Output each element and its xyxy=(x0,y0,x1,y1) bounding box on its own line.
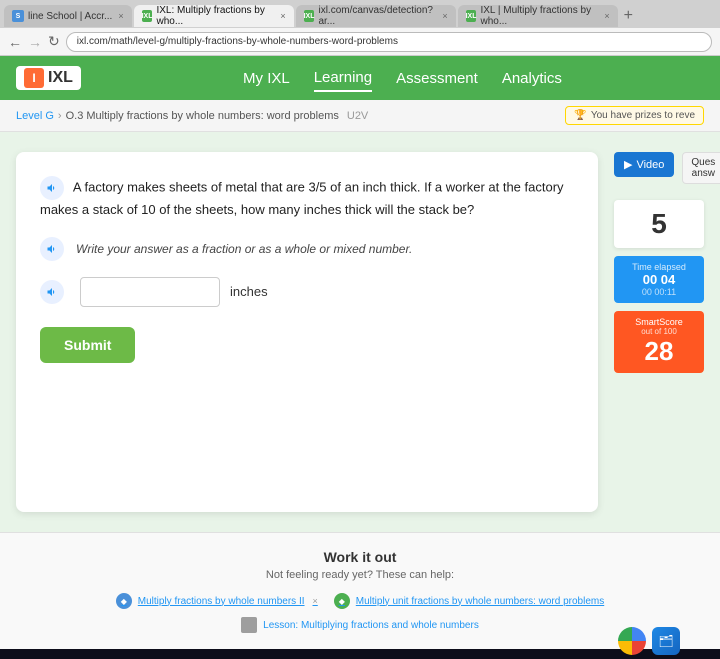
quest-label: Ques xyxy=(691,157,715,168)
nav-assessment[interactable]: Assessment xyxy=(396,66,478,91)
write-instruction: Write your answer as a fraction or as a … xyxy=(40,237,574,261)
help-icon-1: ◆ xyxy=(116,593,132,609)
timer-label: Time elapsed xyxy=(622,262,696,272)
browser-tab-1[interactable]: S line School | Accr... × xyxy=(4,5,132,27)
speaker-icon-2[interactable] xyxy=(40,237,64,261)
question-box: A factory makes sheets of metal that are… xyxy=(16,152,598,512)
submit-button[interactable]: Submit xyxy=(40,327,135,363)
help-icon-2: ◆ xyxy=(334,593,350,609)
prize-banner[interactable]: 🏆 You have prizes to reve xyxy=(565,106,704,125)
breadcrumb-sep: › xyxy=(58,110,62,122)
tab-bar: S line School | Accr... × IXL IXL: Multi… xyxy=(0,0,720,28)
lesson-text: Lesson: Multiplying fractions and whole … xyxy=(263,620,479,631)
smart-score-box: SmartScore out of 100 28 xyxy=(614,311,704,373)
tab-close-4[interactable]: × xyxy=(604,11,609,21)
breadcrumb: Level G › O.3 Multiply fractions by whol… xyxy=(0,100,720,132)
finder-icon[interactable]: 🗂 xyxy=(652,627,680,655)
tab-favicon-4: IXL xyxy=(466,10,477,22)
tab-close-3[interactable]: × xyxy=(442,11,447,21)
nav-forward-icon[interactable]: → xyxy=(28,34,42,50)
help-link-2[interactable]: ◆ Multiply unit fractions by whole numbe… xyxy=(334,593,604,609)
smart-score-label: SmartScore xyxy=(622,317,696,327)
question-text: A factory makes sheets of metal that are… xyxy=(40,176,574,221)
time-detail: 00 00:11 xyxy=(622,287,696,297)
nav-back-icon[interactable]: ← xyxy=(8,34,22,50)
browser-bottom-icons: 🗂 xyxy=(618,627,680,655)
address-bar: ← → ↻ xyxy=(0,28,720,56)
address-input[interactable] xyxy=(66,32,712,52)
help-link-1[interactable]: ◆ Multiply fractions by whole numbers II… xyxy=(116,593,318,609)
tab-close-1[interactable]: × xyxy=(118,11,123,21)
prize-text: You have prizes to reve xyxy=(591,110,695,121)
answer-input[interactable] xyxy=(80,277,220,307)
speaker-icon-1[interactable] xyxy=(40,176,64,200)
ixl-logo-text: IXL xyxy=(48,69,73,87)
timer-box: Time elapsed 00 04 00 00:11 xyxy=(614,256,704,303)
tab-label-4: IXL | Multiply fractions by who... xyxy=(480,5,598,27)
nav-learning[interactable]: Learning xyxy=(314,65,372,92)
chrome-icon[interactable] xyxy=(618,627,646,655)
browser-tab-4[interactable]: IXL IXL | Multiply fractions by who... × xyxy=(458,5,618,27)
smart-score-sub: out of 100 xyxy=(622,327,696,336)
help-links: ◆ Multiply fractions by whole numbers II… xyxy=(16,593,704,609)
tab-label-3: ixl.com/canvas/detection?ar... xyxy=(318,5,436,27)
main-content: A factory makes sheets of metal that are… xyxy=(0,132,720,532)
instruction-text: Write your answer as a fraction or as a … xyxy=(76,242,412,256)
questions-count: 5 xyxy=(614,200,704,248)
help-link-text-1: Multiply fractions by whole numbers II xyxy=(138,596,305,607)
ixl-nav: My IXL Learning Assessment Analytics xyxy=(101,65,704,92)
answer-unit: inches xyxy=(230,284,268,299)
work-it-out-subtitle: Not feeling ready yet? These can help: xyxy=(16,569,704,581)
nav-analytics[interactable]: Analytics xyxy=(502,66,562,91)
breadcrumb-topic: O.3 Multiply fractions by whole numbers:… xyxy=(66,110,339,122)
video-quest-row: ▶ Video Ques answ xyxy=(614,152,704,184)
ixl-logo-icon: I xyxy=(24,68,44,88)
add-tab-button[interactable]: + xyxy=(620,7,637,25)
breadcrumb-level[interactable]: Level G xyxy=(16,110,54,122)
ixl-header: I IXL My IXL Learning Assessment Analyti… xyxy=(0,56,720,100)
breadcrumb-code: U2V xyxy=(347,110,368,122)
tab-label-1: line School | Accr... xyxy=(28,11,112,22)
timer-value: 00 04 xyxy=(622,272,696,287)
play-icon: ▶ xyxy=(624,158,632,171)
work-it-out-title: Work it out xyxy=(16,549,704,565)
tab-close-2[interactable]: × xyxy=(280,11,285,21)
work-it-out-section: Work it out Not feeling ready yet? These… xyxy=(0,532,720,649)
lesson-link[interactable]: Lesson: Multiplying fractions and whole … xyxy=(16,617,704,633)
ixl-logo[interactable]: I IXL xyxy=(16,66,81,90)
help-link-text-2: Multiply unit fractions by whole numbers… xyxy=(356,596,604,607)
question-text-main: A factory makes sheets of metal that are… xyxy=(40,179,564,217)
video-button[interactable]: ▶ Video xyxy=(614,152,674,177)
smart-score-value: 28 xyxy=(622,336,696,367)
trophy-icon: 🏆 xyxy=(574,110,586,121)
browser-tab-2[interactable]: IXL IXL: Multiply fractions by who... × xyxy=(134,5,294,27)
browser-tab-3[interactable]: IXL ixl.com/canvas/detection?ar... × xyxy=(296,5,456,27)
video-label: Video xyxy=(636,159,664,171)
side-panel: ▶ Video Ques answ 5 Time elapsed 00 04 0… xyxy=(614,152,704,512)
tab-favicon-3: IXL xyxy=(304,10,315,22)
tab-favicon-1: S xyxy=(12,10,24,22)
lesson-icon xyxy=(241,617,257,633)
answer-label-text: answ xyxy=(691,168,715,179)
quest-answer-box: Ques answ xyxy=(682,152,720,184)
speaker-icon-3[interactable] xyxy=(40,280,64,304)
nav-refresh-icon[interactable]: ↻ xyxy=(48,33,60,50)
answer-row: inches xyxy=(40,277,574,307)
tab-favicon-2: IXL xyxy=(142,10,153,22)
nav-my-ixl[interactable]: My IXL xyxy=(243,66,290,91)
help-close-1[interactable]: × xyxy=(313,596,318,606)
tab-label-2: IXL: Multiply fractions by who... xyxy=(156,5,274,27)
